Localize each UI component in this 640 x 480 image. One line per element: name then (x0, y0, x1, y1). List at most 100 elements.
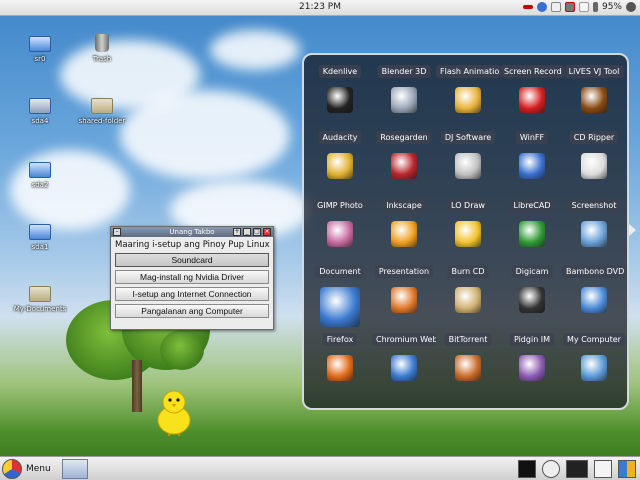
setup-internet-button[interactable]: I-setup ang Internet Connection (115, 287, 269, 301)
name-computer-button[interactable]: Pangalanan ang Computer (115, 304, 269, 318)
battery-percent: 95% (601, 2, 622, 12)
dj-mixer-icon (455, 153, 481, 179)
clipboard-icon[interactable] (578, 2, 589, 12)
tree-canopy (160, 330, 204, 370)
launcher-app-screen-record[interactable]: Screen Record (500, 65, 564, 127)
launcher-app-label: Audacity (318, 131, 362, 144)
taskbar-window-button[interactable] (62, 459, 88, 479)
launcher-app-pidgin-im[interactable]: Pidgin IM (500, 333, 564, 395)
launcher-app-rosegarden[interactable]: Rosegarden (372, 131, 436, 193)
launcher-expand-arrow[interactable] (629, 224, 636, 236)
convert-icon (519, 153, 545, 179)
menu-button[interactable]: Menu (2, 459, 51, 479)
launcher-app-screenshot[interactable]: Screenshot (562, 199, 626, 261)
launcher-app-label: Rosegarden (376, 131, 432, 144)
launcher-app-blender-3d[interactable]: Blender 3D (372, 65, 436, 127)
settings-gear-icon[interactable] (626, 2, 636, 12)
optical-drive-icon (29, 36, 51, 52)
close-icon[interactable]: × (263, 228, 271, 236)
bottom-taskbar: Menu (0, 456, 640, 480)
inkscape-icon (391, 221, 417, 247)
desktop-icon-trash[interactable]: Trash (72, 34, 132, 63)
lives-icon (581, 87, 607, 113)
desktop-icon-label: My-Documents (13, 305, 67, 313)
desktop-icon-sr0[interactable]: sr0 (10, 36, 70, 63)
launcher-app-label: Inkscape (382, 199, 426, 212)
launcher-app-my-computer[interactable]: My Computer (562, 333, 626, 395)
folder-icon (91, 98, 113, 114)
volume-muted-icon[interactable] (564, 2, 575, 12)
hard-drive-icon (29, 162, 51, 178)
desktop-icon-sda4[interactable]: sda4 (10, 98, 70, 125)
workspace-switcher-icon[interactable] (618, 460, 636, 478)
launcher-app-firefox[interactable]: Firefox (308, 333, 372, 395)
dialog-titlebar[interactable]: Unang Takbo – + _ □ × (111, 227, 273, 237)
firefox-icon (327, 355, 353, 381)
hard-drive-icon (29, 98, 51, 114)
usb-icon[interactable] (550, 2, 561, 12)
film-projector-icon (327, 87, 353, 113)
pencil-icon (455, 87, 481, 113)
brushes-icon (327, 221, 353, 247)
desktop-icon-shared-folder[interactable]: shared-folder (72, 98, 132, 125)
record-indicator-icon[interactable] (522, 5, 533, 9)
app-launcher-panel: Kdenlive Blender 3D Flash Animatio Screen R… (302, 53, 629, 410)
documents-folder-icon (29, 286, 51, 302)
launcher-app-document[interactable]: Document (308, 265, 372, 327)
desktop-icon-label: sda4 (31, 117, 49, 125)
desktop-icon-my-documents[interactable]: My-Documents (10, 286, 70, 313)
install-nvidia-button[interactable]: Mag-install ng Nvidia Driver (115, 270, 269, 284)
launcher-app-label: Document (315, 265, 365, 278)
computer-icon (581, 355, 607, 381)
desktop-icon-label: Trash (92, 55, 112, 63)
cpu-monitor-icon[interactable] (566, 460, 588, 478)
launcher-app-label: GIMP Photo (313, 199, 367, 212)
launcher-app-gimp-photo[interactable]: GIMP Photo (308, 199, 372, 261)
launcher-app-label: DJ Software (440, 131, 496, 144)
launcher-app-digicam[interactable]: Digicam (500, 265, 564, 327)
desktop-icon-label: sda2 (31, 181, 49, 189)
launcher-app-librecad[interactable]: LibreCAD (500, 199, 564, 261)
pidgin-icon (519, 355, 545, 381)
menu-logo-icon (2, 459, 22, 479)
launcher-app-bambono-dvd[interactable]: Bambono DVD (562, 265, 626, 327)
launcher-app-burn-cd[interactable]: Burn CD (436, 265, 500, 327)
launcher-app-label: Pidgin IM (509, 333, 555, 346)
launcher-app-label: Blender 3D (377, 65, 431, 78)
burn-cd-icon (455, 287, 481, 313)
skull-icon[interactable] (542, 460, 560, 478)
launcher-app-lo-draw[interactable]: LO Draw (436, 199, 500, 261)
launcher-app-label: LO Draw (447, 199, 489, 212)
launcher-app-flash-animatio[interactable]: Flash Animatio (436, 65, 500, 127)
text-editor-icon[interactable] (594, 460, 612, 478)
maximize-icon[interactable]: □ (253, 228, 261, 236)
desktop-icon-label: sda1 (31, 243, 49, 251)
bittorrent-icon (455, 355, 481, 381)
trash-icon (95, 34, 109, 52)
radio-icon (391, 153, 417, 179)
launcher-app-label: Burn CD (447, 265, 489, 278)
launcher-app-dj-software[interactable]: DJ Software (436, 131, 500, 193)
pin-icon[interactable]: + (233, 228, 241, 236)
launcher-app-lives-vj-tool[interactable]: LiVES VJ Tool (562, 65, 626, 127)
chick-mascot-icon (157, 390, 191, 436)
desktop-icon-sda1[interactable]: sda1 (10, 224, 70, 251)
launcher-app-winff[interactable]: WinFF (500, 131, 564, 193)
launcher-app-inkscape[interactable]: Inkscape (372, 199, 436, 261)
launcher-app-label: Kdenlive (318, 65, 362, 78)
launcher-app-audacity[interactable]: Audacity (308, 131, 372, 193)
launcher-app-chromium-web[interactable]: Chromium Web (372, 333, 436, 395)
desktop-icon-sda2[interactable]: sda2 (10, 162, 70, 189)
soundcard-button[interactable]: Soundcard (115, 253, 269, 267)
first-run-dialog: Unang Takbo – + _ □ × Maaring i-setup an… (110, 226, 274, 330)
minimize-icon[interactable]: _ (243, 228, 251, 236)
cloud (210, 30, 300, 70)
launcher-app-kdenlive[interactable]: Kdenlive (308, 65, 372, 127)
top-tray: 95% (522, 2, 636, 12)
network-icon[interactable] (536, 2, 547, 12)
window-menu-icon[interactable]: – (113, 228, 121, 236)
terminal-icon[interactable] (518, 460, 536, 478)
launcher-app-presentation[interactable]: Presentation (372, 265, 436, 327)
launcher-app-cd-ripper[interactable]: CD Ripper (562, 131, 626, 193)
launcher-app-bittorrent[interactable]: BitTorrent (436, 333, 500, 395)
